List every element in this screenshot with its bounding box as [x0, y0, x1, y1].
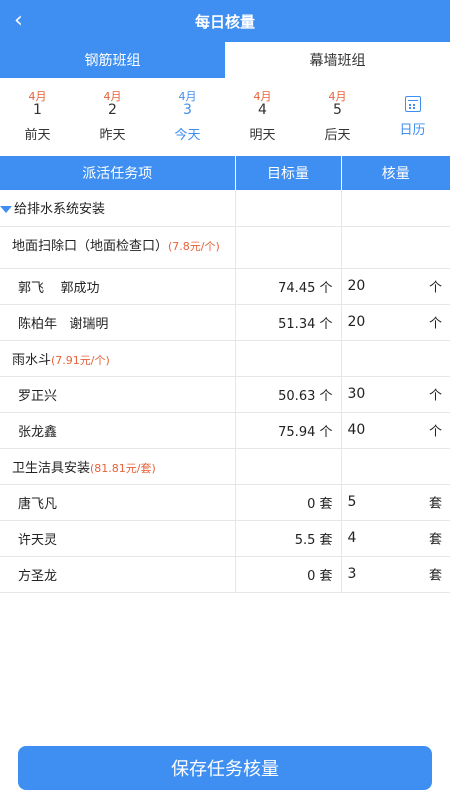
task-group-row: 卫生洁具安装(81.81元/套): [0, 448, 450, 485]
table-row: 唐飞凡 0 套 5套: [0, 484, 450, 521]
task-name: 卫生洁具安装: [12, 460, 91, 476]
table-row: 罗正兴 50.63 个 30 个: [0, 376, 450, 413]
date-item-day-before-yesterday[interactable]: 4月 1 前天: [0, 78, 75, 156]
page-title: 每日核量: [194, 12, 255, 31]
task-group-row: 雨水斗(7.91元/个): [0, 340, 450, 377]
unit-label: 套: [428, 568, 442, 584]
task-price: (7.8元/个): [168, 240, 220, 253]
worker-names: 许天灵: [0, 520, 236, 557]
task-name: 雨水斗: [12, 352, 52, 368]
date-label: 昨天: [99, 128, 126, 143]
target-value: 0 套: [235, 484, 342, 521]
actual-input[interactable]: 20 个: [341, 304, 450, 341]
actual-value[interactable]: 5: [348, 494, 357, 510]
section-row[interactable]: 给排水系统安装: [0, 190, 450, 227]
actual-input[interactable]: 3套: [341, 556, 450, 593]
date-day: 4: [258, 102, 267, 118]
actual-value[interactable]: 3: [348, 566, 357, 582]
date-label: 明天: [249, 128, 276, 143]
table-row: 陈柏年 谢瑞明 51.34 个 20 个: [0, 304, 450, 341]
unit-label: 个: [428, 316, 442, 332]
actual-value[interactable]: 4: [348, 530, 357, 546]
date-label: 前天: [24, 128, 51, 143]
worker-names: 唐飞凡: [0, 484, 236, 521]
table-row: 许天灵 5.5 套 4套: [0, 520, 450, 557]
actual-value[interactable]: 30: [348, 386, 366, 402]
actual-input[interactable]: 40 个: [341, 412, 450, 449]
column-header-task: 派活任务项: [0, 156, 236, 190]
worker-names: 张龙鑫: [0, 412, 236, 449]
actual-value[interactable]: 40: [348, 422, 366, 438]
calendar-icon: [404, 96, 421, 112]
back-arrow-icon[interactable]: ‹: [14, 9, 34, 33]
tab-curtain-wall-team[interactable]: 幕墙班组: [225, 42, 450, 78]
team-tabs: 钢筋班组 幕墙班组: [0, 42, 450, 78]
tab-rebar-team[interactable]: 钢筋班组: [0, 42, 225, 78]
worker-names: 罗正兴: [0, 376, 236, 413]
unit-label: 套: [428, 532, 442, 548]
unit-label: 个: [428, 424, 442, 440]
target-value: 51.34 个: [235, 304, 342, 341]
unit-label: 个: [428, 388, 442, 404]
actual-input[interactable]: 4套: [341, 520, 450, 557]
worker-names: 郭飞 郭成功: [0, 268, 236, 305]
target-value: 0 套: [235, 556, 342, 593]
date-day: 5: [333, 102, 342, 118]
task-group-row: 地面扫除口（地面检查口）(7.8元/个): [0, 226, 450, 269]
date-item-today[interactable]: 4月 3 今天: [150, 78, 225, 156]
actual-input[interactable]: 20 个: [341, 268, 450, 305]
target-value: 50.63 个: [235, 376, 342, 413]
unit-label: 个: [428, 280, 442, 296]
table-row: 张龙鑫 75.94 个 40 个: [0, 412, 450, 449]
collapse-triangle-icon[interactable]: [0, 206, 12, 214]
app-header: ‹ 每日核量: [0, 0, 450, 42]
task-name: 地面扫除口（地面检查口）: [12, 239, 169, 254]
target-value: 75.94 个: [235, 412, 342, 449]
worker-names: 方圣龙: [0, 556, 236, 593]
date-item-day-after-tomorrow[interactable]: 4月 5 后天: [300, 78, 375, 156]
section-title: 给排水系统安装: [14, 202, 106, 218]
date-label: 今天: [174, 128, 201, 143]
target-value: 5.5 套: [235, 520, 342, 557]
table-row: 方圣龙 0 套 3套: [0, 556, 450, 593]
calendar-label: 日历: [399, 123, 426, 138]
table-row: 郭飞 郭成功 74.45 个 20 个: [0, 268, 450, 305]
column-header-actual: 核量: [341, 156, 450, 190]
actual-input[interactable]: 30 个: [341, 376, 450, 413]
date-selector: 4月 1 前天 4月 2 昨天 4月 3 今天 4月 4 明天 4月 5 后天 …: [0, 78, 450, 156]
save-task-button[interactable]: 保存任务核量: [18, 746, 432, 790]
task-price: (7.91元/个): [51, 353, 110, 367]
target-value: 74.45 个: [235, 268, 342, 305]
date-day: 2: [108, 102, 117, 118]
calendar-button[interactable]: 日历: [375, 78, 450, 156]
date-day: 3: [183, 102, 192, 118]
actual-value[interactable]: 20: [348, 278, 366, 294]
task-price: (81.81元/套): [90, 461, 156, 475]
date-item-tomorrow[interactable]: 4月 4 明天: [225, 78, 300, 156]
date-day: 1: [33, 102, 42, 118]
worker-names: 陈柏年 谢瑞明: [0, 304, 236, 341]
column-header-target: 目标量: [235, 156, 342, 190]
table-header-row: 派活任务项 目标量 核量: [0, 156, 450, 190]
actual-value[interactable]: 20: [348, 314, 366, 330]
date-label: 后天: [324, 128, 351, 143]
actual-input[interactable]: 5套: [341, 484, 450, 521]
task-table: 派活任务项 目标量 核量 给排水系统安装 地面扫除口（地面检查口）(7.8元/个…: [0, 156, 450, 593]
unit-label: 套: [428, 496, 442, 512]
date-item-yesterday[interactable]: 4月 2 昨天: [75, 78, 150, 156]
